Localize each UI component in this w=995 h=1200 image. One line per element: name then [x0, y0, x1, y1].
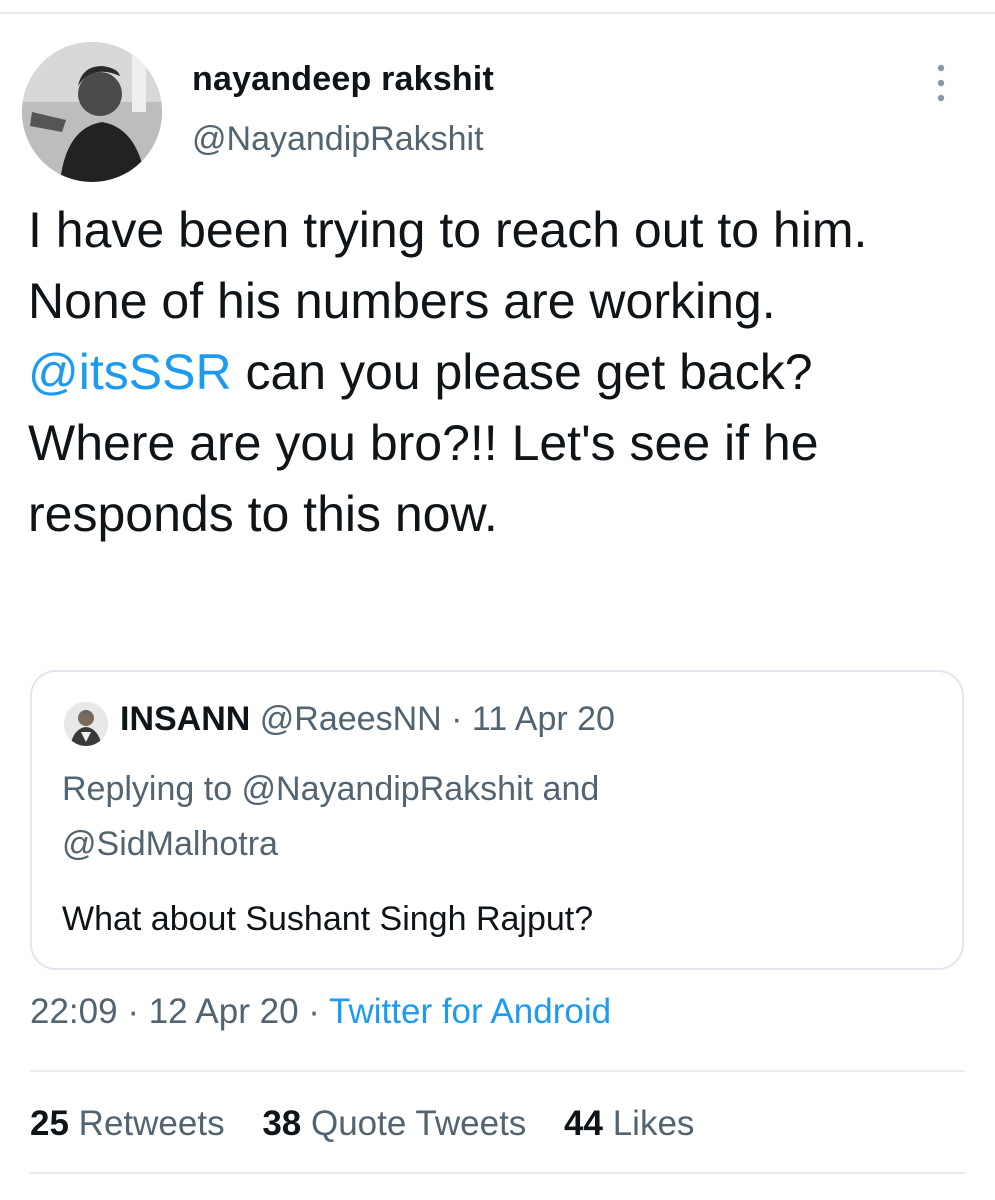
retweets-count: 25	[30, 1104, 69, 1143]
tweet-text: I have been trying to reach out to him. …	[28, 195, 973, 550]
reply-prefix: Replying to	[62, 770, 242, 808]
tweet-date[interactable]: 12 Apr 20	[149, 992, 299, 1031]
retweets-label: Retweets	[78, 1104, 225, 1143]
more-vertical-icon[interactable]	[926, 60, 956, 106]
quote-tweets-count: 38	[262, 1104, 302, 1143]
reply-and: and	[533, 770, 600, 808]
top-divider	[0, 12, 995, 14]
quoted-author-name: INSANN	[120, 700, 251, 738]
quote-tweets-stat[interactable]: 38 Quote Tweets	[262, 1104, 526, 1143]
quoted-author-avatar	[64, 702, 108, 746]
quoted-separator: ·	[441, 700, 472, 738]
divider	[30, 1070, 965, 1072]
quoted-reply-context: Replying to @NayandipRakshit and @SidMal…	[62, 762, 942, 872]
quoted-author-handle: @RaeesNN	[259, 700, 442, 738]
engagement-stats: 25 Retweets 38 Quote Tweets 44 Likes	[30, 1104, 722, 1144]
meta-separator-2: ·	[298, 992, 330, 1031]
quoted-date: 11 Apr 20	[471, 700, 615, 738]
tweet-source-link[interactable]: Twitter for Android	[329, 992, 611, 1031]
mention-link[interactable]: @itsSSR	[28, 344, 232, 400]
retweets-stat[interactable]: 25 Retweets	[30, 1104, 225, 1143]
divider-bottom	[30, 1172, 965, 1174]
quote-tweets-label: Quote Tweets	[310, 1104, 527, 1143]
likes-count: 44	[564, 1104, 603, 1143]
tweet-meta: 22:09 · 12 Apr 20 · Twitter for Android	[30, 992, 611, 1032]
quoted-tweet-text: What about Sushant Singh Rajput?	[62, 900, 594, 938]
author-avatar[interactable]	[22, 42, 162, 182]
likes-label: Likes	[612, 1104, 695, 1143]
tweet-time[interactable]: 22:09	[30, 992, 118, 1031]
reply-user-2: @SidMalhotra	[62, 825, 278, 863]
quoted-tweet-card[interactable]: INSANN @RaeesNN · 11 Apr 20 Replying to …	[30, 670, 964, 970]
likes-stat[interactable]: 44 Likes	[564, 1104, 694, 1143]
meta-separator-1: ·	[117, 992, 149, 1031]
reply-user-1: @NayandipRakshit	[241, 770, 534, 808]
tweet-line-3: @itsSSR can you please get back? Where a…	[28, 337, 973, 550]
author-display-name[interactable]: nayandeep rakshit	[192, 60, 494, 99]
author-handle[interactable]: @NayandipRakshit	[192, 120, 484, 159]
quoted-tweet-header: INSANN @RaeesNN · 11 Apr 20	[120, 700, 615, 739]
tweet-line-2: None of his numbers are working.	[28, 273, 776, 329]
tweet-line-1: I have been trying to reach out to him.	[28, 202, 868, 258]
